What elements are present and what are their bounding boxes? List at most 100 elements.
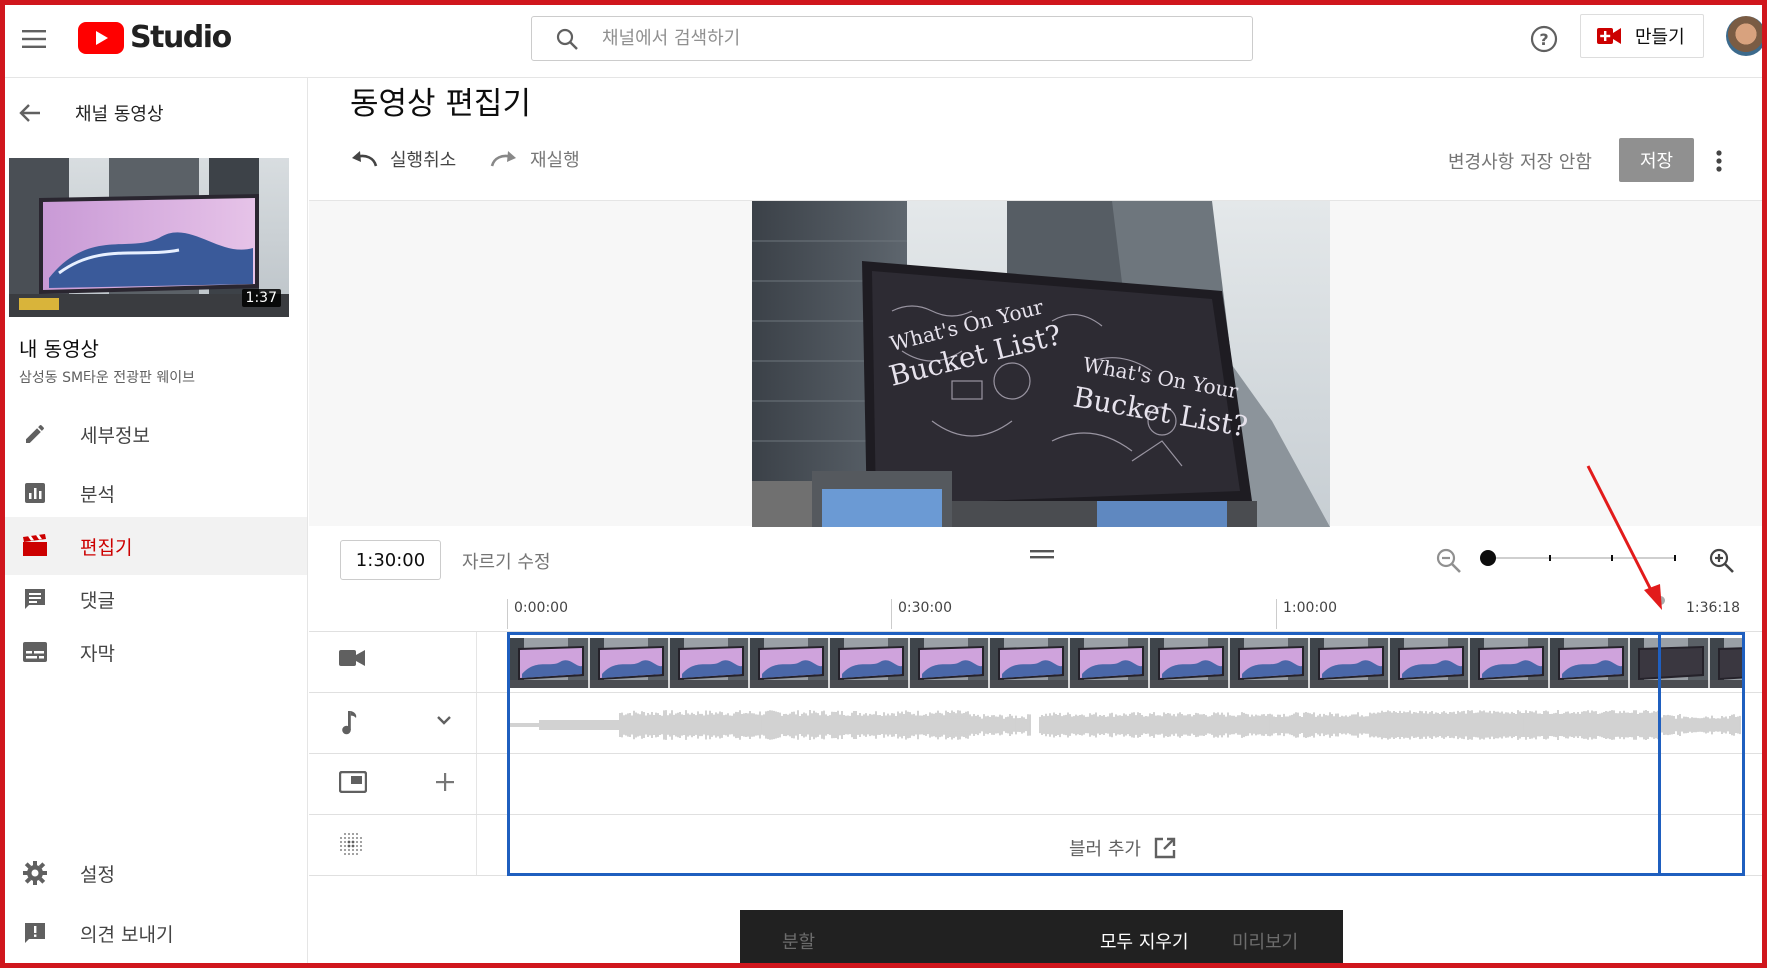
undo-icon [352,151,378,167]
sidebar-item-settings[interactable]: 설정 [0,844,307,902]
menu-icon [22,30,46,48]
filmstrip-frame [990,638,1070,688]
video-thumbnail[interactable]: 1:37 [9,158,289,317]
comment-icon [0,587,70,611]
filmstrip-frame [1230,638,1310,688]
sidebar-item-label: 편집기 [80,536,133,559]
filmstrip-frame [910,638,990,688]
search-input[interactable] [602,28,1202,49]
discard-changes-button[interactable]: 변경사항 저장 안함 [1448,148,1592,174]
back-to-channel-videos[interactable]: 채널 동영상 [18,100,164,126]
sidebar-item-details[interactable]: 세부정보 [0,405,307,463]
avatar[interactable] [1726,16,1766,56]
help-icon: ? [1530,25,1558,53]
track-header [309,632,477,692]
more-options-button[interactable] [1706,144,1732,178]
page-title: 동영상 편집기 [350,86,531,122]
audio-waveform[interactable] [510,700,1742,750]
zoom-in-button[interactable] [1708,547,1736,579]
zoom-out-button[interactable] [1435,547,1463,579]
track-header [309,815,477,875]
bottom-action-bar: 분할 모두 지우기 미리보기 [740,910,1343,968]
analytics-icon [0,481,70,505]
video-camera-icon [339,649,365,671]
help-button[interactable]: ? [1527,22,1561,56]
undo-button[interactable]: 실행취소 [350,146,456,172]
zoom-in-icon [1709,548,1734,573]
timeline-ruler[interactable]: 0:00:00 0:30:00 1:00:00 1:36:18 [309,596,1767,632]
timeline-marker: 0:00:00 [507,599,568,629]
create-button[interactable]: 만들기 [1580,14,1704,58]
trim-edit-button[interactable]: 자르기 수정 [462,548,551,574]
youtube-play-icon [78,21,124,54]
filmstrip-frame [1710,638,1742,688]
split-button[interactable]: 분할 [782,928,815,954]
sidebar-item-label: 세부정보 [80,424,150,447]
undo-label: 실행취소 [390,150,457,171]
track-header [309,693,477,753]
preview-button[interactable]: 미리보기 [1232,928,1298,954]
filmstrip-frame [1390,638,1470,688]
filmstrip-frame [830,638,910,688]
filmstrip-frame [510,638,590,688]
my-video-heading: 내 동영상 [19,337,99,361]
redo-button[interactable]: 재실행 [490,146,580,172]
logo-text: Studio [130,20,232,55]
search-box[interactable] [531,16,1253,61]
filmstrip-frame [1550,638,1630,688]
sidebar-item-feedback[interactable]: 의견 보내기 [0,904,307,962]
filmstrip-frame [1310,638,1390,688]
add-blur-label: 블러 추가 [1069,839,1141,860]
blur-icon [339,832,363,860]
sidebar-item-label: 의견 보내기 [80,923,174,946]
end-screen-track [309,754,1767,815]
zoom-slider-tick [1674,555,1676,561]
end-screen-icon [338,770,368,797]
sidebar-item-label: 설정 [80,863,115,886]
filmstrip-frame [1470,638,1550,688]
top-header: Studio ? 만들기 [0,0,1767,78]
youtube-studio-logo[interactable]: Studio [78,20,232,55]
plus-icon[interactable] [434,771,456,797]
add-blur-button[interactable]: 블러 추가 [1069,835,1177,861]
video-filmstrip[interactable] [510,638,1742,688]
sidebar-item-analytics[interactable]: 분석 [0,464,307,522]
chevron-down-icon[interactable] [434,710,454,734]
video-preview[interactable]: What's On Your Bucket List? What's On Yo… [752,201,1330,527]
sidebar-item-subtitles[interactable]: 자막 [0,623,307,681]
clear-all-button[interactable]: 모두 지우기 [1100,928,1189,954]
hamburger-menu-button[interactable] [16,22,52,56]
feedback-icon [0,921,70,945]
zoom-out-icon [1436,548,1461,573]
pencil-icon [0,422,70,446]
zoom-slider-knob[interactable] [1480,550,1496,566]
sidebar-item-comments[interactable]: 댓글 [0,570,307,628]
filmstrip-frame [1630,638,1710,688]
timeline-end-marker[interactable] [1658,632,1661,876]
video-title: 삼성동 SM타운 전광판 웨이브 [19,370,195,386]
more-vert-icon [1716,150,1722,172]
sidebar-item-label: 댓글 [80,589,115,612]
create-label: 만들기 [1635,27,1685,48]
track-header [309,754,477,814]
filmstrip-frame [750,638,830,688]
filmstrip-frame [1150,638,1230,688]
annotation-arrow-icon [1586,465,1662,610]
waveform-path [510,710,1741,740]
arrow-back-icon [19,104,40,122]
filmstrip-frame [590,638,670,688]
timeline-marker: 1:00:00 [1276,599,1337,629]
timeline-marker: 1:36:18 [1686,600,1740,616]
zoom-slider-tick [1548,555,1551,561]
save-button[interactable]: 저장 [1619,138,1694,182]
playhead-timecode[interactable]: 1:30:00 [340,540,441,580]
resize-handle-icon[interactable] [1030,546,1054,559]
clapperboard-icon [0,534,70,558]
filmstrip-frame [1070,638,1150,688]
redo-label: 재실행 [530,150,580,171]
redo-icon [490,151,516,167]
sidebar-item-editor[interactable]: 편집기 [0,517,307,575]
open-in-new-icon [1154,837,1176,859]
video-preview-area: What's On Your Bucket List? What's On Yo… [309,200,1767,527]
search-icon [532,27,602,51]
